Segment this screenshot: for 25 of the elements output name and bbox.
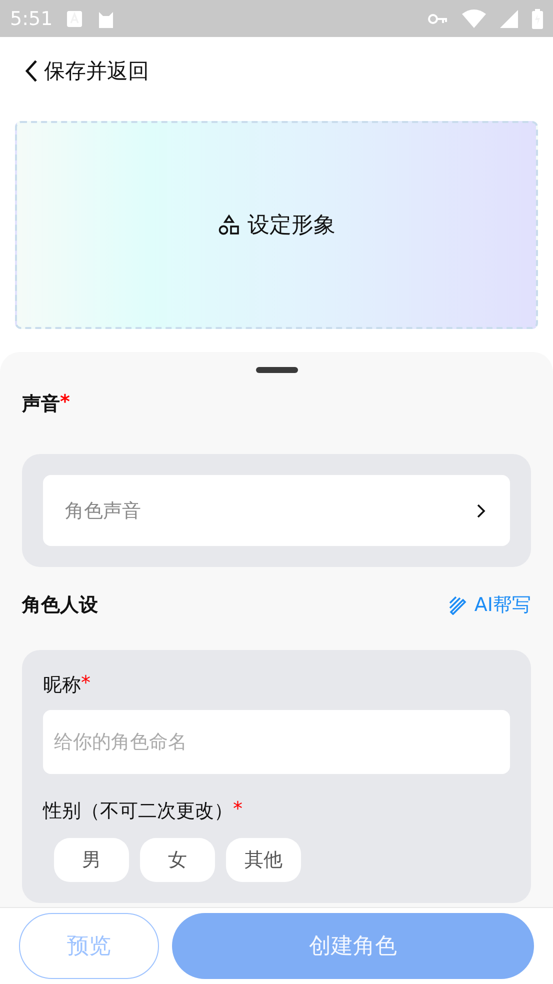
chevron-right-icon (476, 502, 486, 518)
gender-option[interactable]: 其他 (226, 838, 301, 882)
notification-icon (66, 10, 82, 26)
voice-select-field[interactable]: 角色声音 (43, 475, 510, 546)
voice-title: 声音 (22, 392, 60, 417)
back-icon (24, 59, 38, 83)
persona-title: 角色人设 (22, 593, 98, 618)
drag-handle[interactable] (256, 367, 298, 373)
required-mark: * (233, 798, 242, 820)
nickname-label: 昵称 (43, 673, 81, 698)
gender-label: 性别（不可二次更改） (43, 799, 233, 824)
battery-icon (532, 8, 543, 28)
required-mark: * (60, 391, 70, 413)
gender-option[interactable]: 男 (54, 838, 129, 882)
avatar-setup-label: 设定形象 (248, 212, 336, 240)
wifi-icon (462, 9, 486, 28)
signal-icon (500, 10, 518, 28)
back-button[interactable]: 保存并返回 (24, 57, 149, 85)
gender-option[interactable]: 女 (140, 838, 215, 882)
pen-icon (448, 595, 468, 615)
nickname-input[interactable]: 给你的角色命名 (43, 710, 510, 774)
required-mark: * (81, 672, 90, 694)
avatar-setup-area[interactable]: 设定形象 (15, 121, 538, 329)
shapes-icon (218, 214, 240, 236)
key-icon (428, 12, 448, 24)
